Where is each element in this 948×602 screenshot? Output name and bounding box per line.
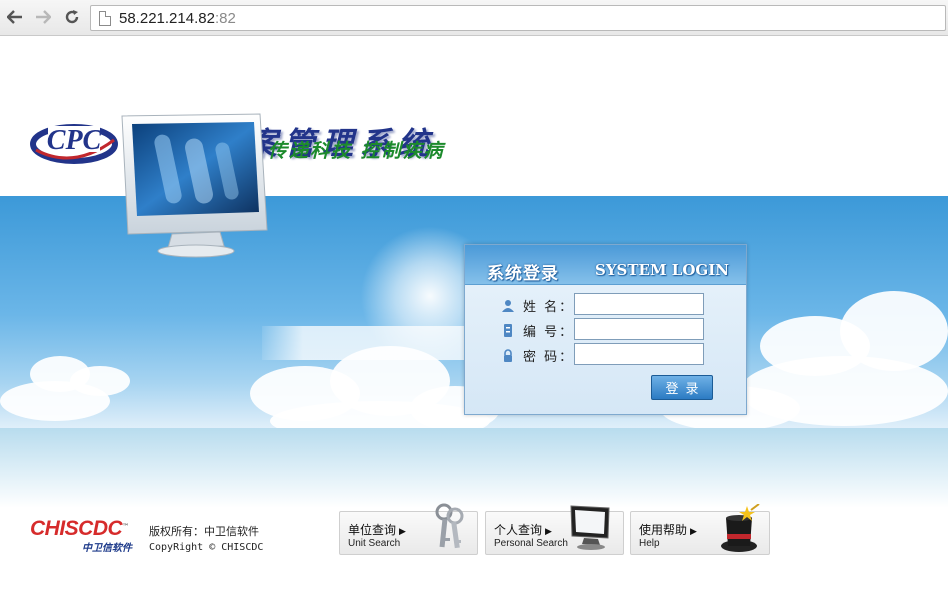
unit-search-label-cn: 单位查询 (348, 523, 397, 537)
url-port: :82 (214, 10, 236, 27)
login-title: 系统登录 (487, 264, 559, 284)
copyright: 版权所有：中卫信软件 CopyRight © CHISCDC (149, 524, 263, 556)
personal-search-label: 个人查询 ▶ (494, 521, 552, 538)
personal-search-label-cn: 个人查询 (494, 523, 543, 537)
name-field-row: 姓 名： (465, 293, 748, 315)
help-label: 使用帮助 ▶ (639, 521, 697, 538)
address-bar[interactable]: 58.221.214.82:82 (90, 5, 946, 31)
cpc-logo: CPC (30, 116, 118, 172)
personal-search-label-en: Personal Search (494, 538, 568, 549)
unit-search-label-en: Unit Search (348, 538, 401, 549)
keys-icon (430, 502, 470, 556)
back-arrow-icon[interactable] (4, 6, 26, 28)
user-icon (502, 297, 514, 312)
unit-search-label: 单位查询 ▶ (348, 521, 406, 538)
magic-hat-icon (717, 503, 761, 558)
brand-sub: 中卫信软件 (82, 543, 132, 554)
id-card-icon (502, 322, 514, 337)
reload-icon[interactable] (61, 6, 83, 28)
login-panel: 系统登录 SYSTEM LOGIN 姓 名： 编 号： 密 码： 登录 (464, 244, 747, 415)
copyright-line-2: CopyRight © CHISCDC (149, 542, 264, 553)
help-label-cn: 使用帮助 (639, 523, 688, 537)
help-button[interactable]: 使用帮助 ▶ Help (630, 503, 770, 555)
copyright-line-1: 版权所有：中卫信软件 (149, 525, 259, 538)
login-button[interactable]: 登录 (651, 375, 713, 400)
computer-monitor-icon (568, 504, 612, 558)
chiscdc-logo: CHISCDC™ 中卫信软件 (30, 517, 132, 554)
personal-search-button[interactable]: 个人查询 ▶ Personal Search (485, 505, 624, 555)
password-label: 密 码： (523, 350, 575, 365)
caret-right-icon: ▶ (545, 527, 552, 537)
page-icon (99, 11, 111, 26)
slogan-strip (262, 326, 466, 360)
brand-tm: ™ (122, 522, 130, 531)
caret-right-icon: ▶ (399, 527, 406, 537)
login-header: 系统登录 SYSTEM LOGIN (465, 245, 746, 285)
lock-icon (502, 347, 514, 362)
banner-floor (0, 428, 948, 508)
name-input[interactable] (574, 293, 704, 315)
brand-name: CHISCDC (30, 517, 123, 540)
slogan: 传递科技 控制疾病 (268, 140, 445, 162)
url-host: 58.221.214.82 (119, 10, 215, 27)
unit-search-button[interactable]: 单位查询 ▶ Unit Search (339, 503, 478, 555)
id-input[interactable] (574, 318, 704, 340)
password-input[interactable] (574, 343, 704, 365)
password-field-row: 密 码： (465, 343, 748, 365)
id-field-row: 编 号： (465, 318, 748, 340)
id-label: 编 号： (523, 325, 575, 340)
url-text: 58.221.214.82:82 (119, 10, 236, 27)
caret-right-icon: ▶ (690, 527, 697, 537)
browser-toolbar: 58.221.214.82:82 (0, 0, 948, 36)
computer-monitor-illustration (120, 112, 270, 266)
name-label: 姓 名： (523, 300, 575, 315)
cloud (0, 381, 110, 421)
login-title-en: SYSTEM LOGIN (595, 261, 729, 279)
forward-arrow-icon[interactable] (32, 6, 54, 28)
help-label-en: Help (639, 538, 660, 549)
page: 58.221.214.82:82 CPC 体检档案管理系统 传递科技 控制疾病 … (0, 0, 948, 602)
logo-letters: CPC (47, 125, 102, 156)
